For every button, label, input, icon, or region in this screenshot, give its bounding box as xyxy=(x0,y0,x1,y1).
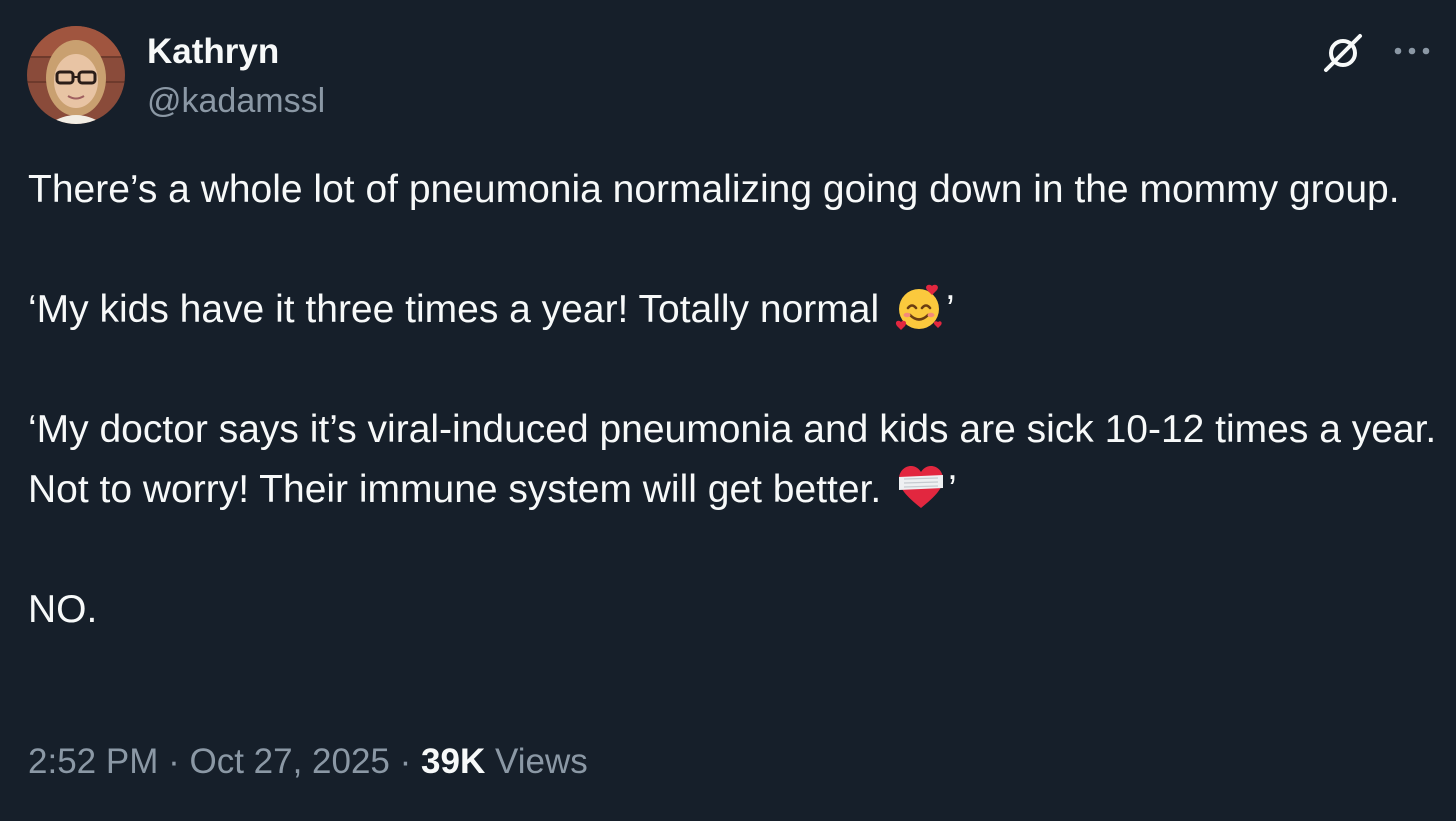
mending-heart-icon xyxy=(896,462,946,512)
tweet-quote-one: ‘My kids have it three times a year! Tot… xyxy=(28,280,1438,340)
tweet-body: There’s a whole lot of pneumonia normali… xyxy=(28,160,1438,640)
tweet-line-intro: There’s a whole lot of pneumonia normali… xyxy=(28,168,1400,211)
quote-two-end: ’ xyxy=(948,468,957,511)
tweet-date[interactable]: Oct 27, 2025 xyxy=(189,742,389,781)
quote-two-text: ‘My doctor says it’s viral-induced pneum… xyxy=(28,408,1437,511)
grok-button[interactable] xyxy=(1320,30,1366,76)
quote-one-text: ‘My kids have it three times a year! Tot… xyxy=(28,288,890,331)
grok-slash-circle-icon xyxy=(1324,34,1362,72)
tweet-card: Kathryn @kadamssl There’s a whole lot of… xyxy=(0,0,1456,821)
meta-separator: · xyxy=(168,742,180,781)
avatar[interactable] xyxy=(27,26,125,124)
author-display-name[interactable]: Kathryn xyxy=(147,31,279,73)
meta-separator: · xyxy=(399,742,412,781)
avatar-image xyxy=(27,26,125,124)
more-options-button[interactable] xyxy=(1390,33,1436,69)
smiling-face-with-hearts-icon xyxy=(894,282,944,332)
author-handle[interactable]: @kadamssl xyxy=(147,80,325,122)
tweet-metadata: 2:52 PM · Oct 27, 2025 · 39K Views xyxy=(28,737,588,787)
tweet-time[interactable]: 2:52 PM xyxy=(28,742,158,781)
tweet-quote-two: ‘My doctor says it’s viral-induced pneum… xyxy=(28,400,1438,520)
views-count: 39K xyxy=(421,742,486,781)
more-dots-icon xyxy=(1394,47,1430,55)
quote-one-end: ’ xyxy=(945,288,955,331)
tweet-closing: NO. xyxy=(28,588,98,631)
views-label: Views xyxy=(494,742,588,781)
